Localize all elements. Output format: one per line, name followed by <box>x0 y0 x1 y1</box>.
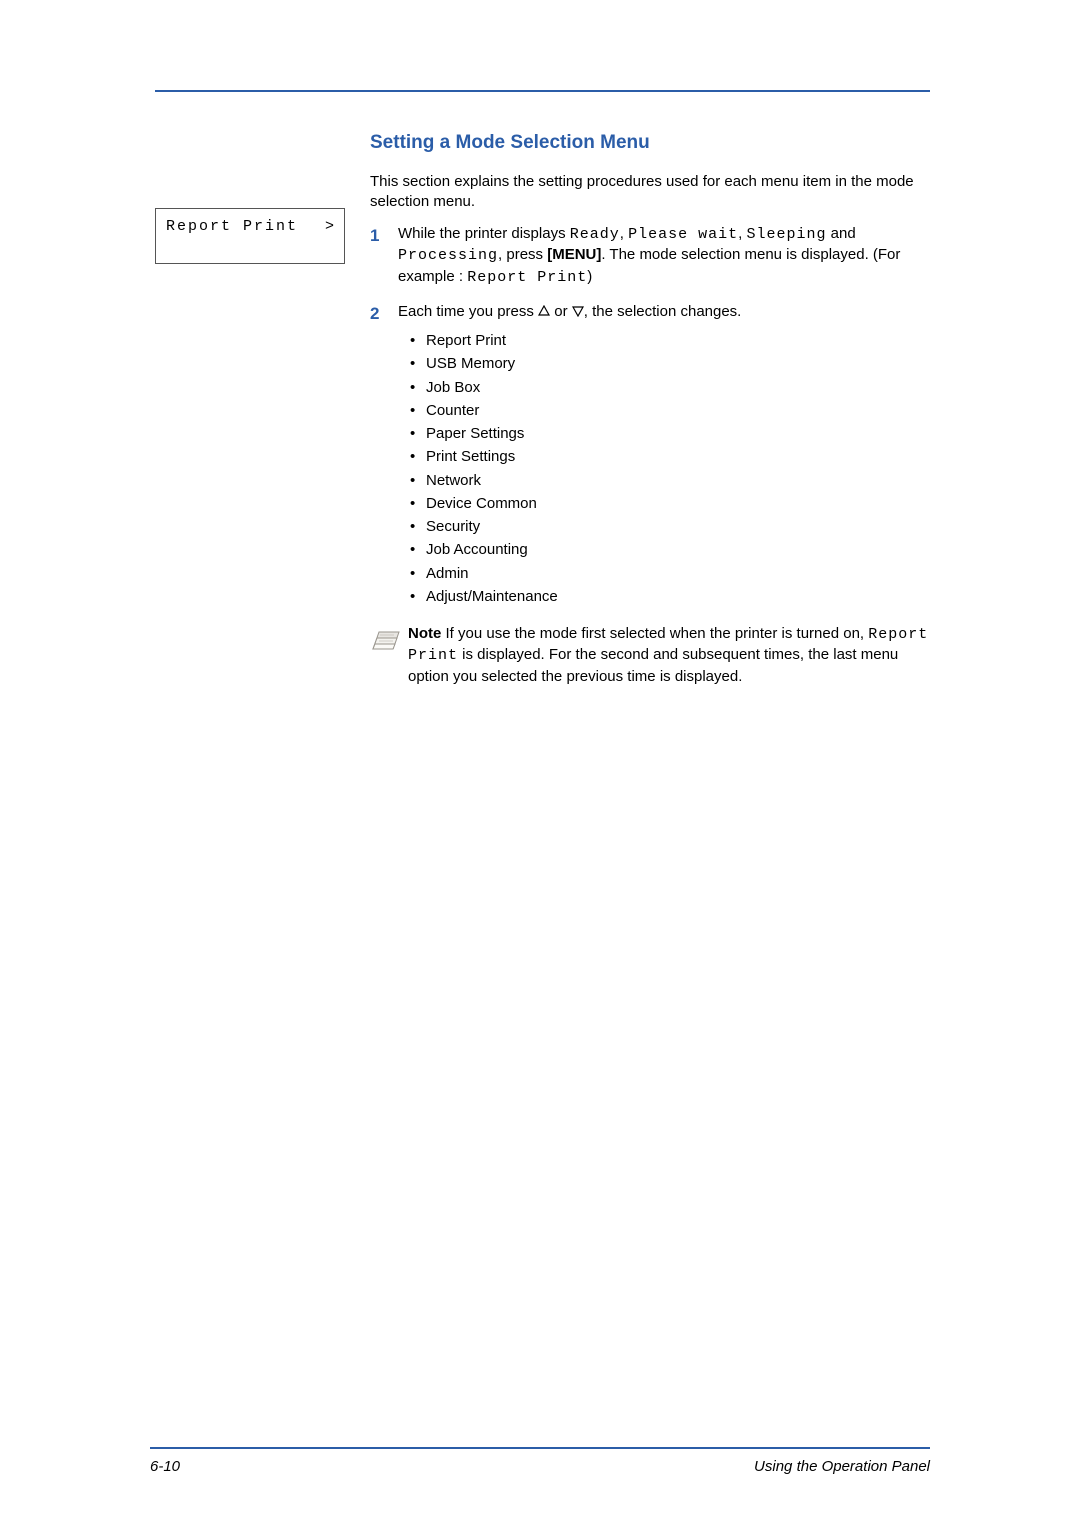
lcd-display: Report Print > <box>155 208 345 264</box>
list-item: Device Common <box>398 492 930 515</box>
code-ready: Ready <box>570 226 620 243</box>
list-item: Print Settings <box>398 445 930 468</box>
content-column: Setting a Mode Selection Menu This secti… <box>370 130 930 687</box>
step-1: 1 While the printer displays Ready, Plea… <box>370 224 930 288</box>
page-footer: 6-10 Using the Operation Panel <box>150 1457 930 1477</box>
text: If you use the mode first selected when … <box>441 625 868 642</box>
text: or <box>550 303 572 320</box>
text: , the selection changes. <box>584 303 742 320</box>
list-item: Paper Settings <box>398 422 930 445</box>
list-item: Job Accounting <box>398 538 930 561</box>
code-processing: Processing <box>398 247 498 264</box>
triangle-up-icon <box>538 303 550 323</box>
note-label: Note <box>408 625 441 642</box>
menu-key: [MENU] <box>547 246 601 263</box>
code-please-wait: Please wait <box>628 226 738 243</box>
step-1-body: While the printer displays Ready, Please… <box>398 224 930 288</box>
text: Each time you press <box>398 303 538 320</box>
intro-paragraph: This section explains the setting proced… <box>370 172 930 213</box>
footer-rule <box>150 1447 930 1449</box>
step-number: 2 <box>370 302 398 326</box>
text: While the printer displays <box>398 225 570 242</box>
list-item: Report Print <box>398 329 930 352</box>
top-rule <box>155 90 930 92</box>
list-item: Counter <box>398 399 930 422</box>
text: ) <box>587 268 592 285</box>
code-sleeping: Sleeping <box>746 226 826 243</box>
step-2: 2 Each time you press or , the selection… <box>370 302 930 608</box>
page-number: 6-10 <box>150 1457 180 1477</box>
lcd-text-right: > <box>325 217 336 263</box>
list-item: USB Memory <box>398 352 930 375</box>
list-item: Security <box>398 515 930 538</box>
code-report-print: Report Print <box>467 269 587 286</box>
list-item: Job Box <box>398 376 930 399</box>
note-block: Note If you use the mode first selected … <box>370 624 930 687</box>
text: , <box>620 225 628 242</box>
step-number: 1 <box>370 224 398 248</box>
lcd-panel-column: Report Print > <box>155 130 370 264</box>
note-icon <box>370 624 402 656</box>
section-heading: Setting a Mode Selection Menu <box>370 130 930 156</box>
lcd-text-left: Report Print <box>166 217 298 263</box>
step-2-body: Each time you press or , the selection c… <box>398 302 930 608</box>
list-item: Adjust/Maintenance <box>398 585 930 608</box>
text: is displayed. For the second and subsequ… <box>408 646 898 684</box>
text: , press <box>498 246 547 263</box>
text: and <box>827 225 856 242</box>
menu-options-list: Report Print USB Memory Job Box Counter … <box>398 329 930 608</box>
triangle-down-icon <box>572 303 584 323</box>
list-item: Admin <box>398 562 930 585</box>
footer-title: Using the Operation Panel <box>754 1457 930 1477</box>
list-item: Network <box>398 469 930 492</box>
note-text: Note If you use the mode first selected … <box>408 624 930 687</box>
